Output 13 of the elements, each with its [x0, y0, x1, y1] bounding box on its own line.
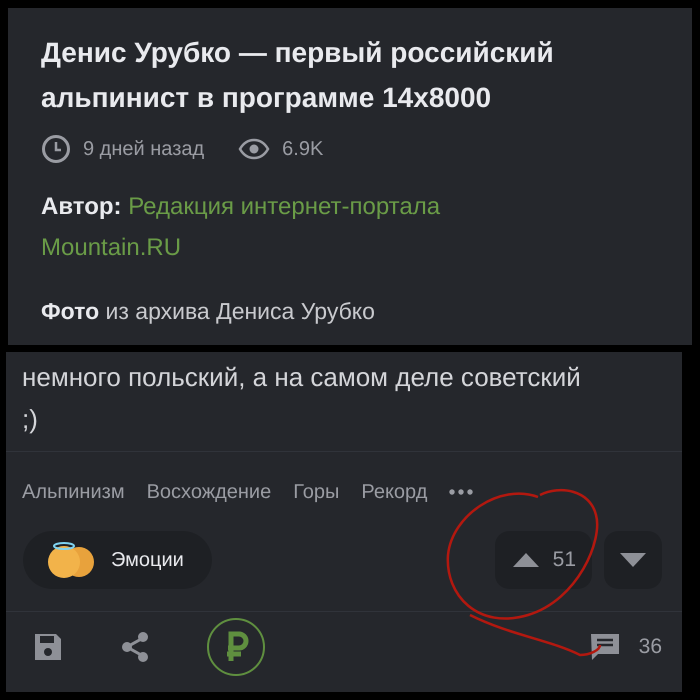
author-byline: Автор: Редакция интернет-портала Mountain.RU: [41, 192, 442, 263]
photo-credit: Фото из архива Дениса Урубко: [41, 298, 376, 325]
tag-link[interactable]: Рекорд: [361, 480, 428, 504]
tag-link[interactable]: Альпинизм: [22, 480, 125, 504]
comment-text: немного польский, а на самом деле советский ;): [21, 361, 582, 436]
upvote-button[interactable]: 51: [494, 531, 592, 589]
tag-link[interactable]: Горы: [293, 480, 340, 504]
post-date: 9 дней назад: [83, 138, 204, 160]
emotions-button[interactable]: Эмоции: [23, 531, 212, 589]
view-count: 6.9K: [282, 138, 324, 160]
tag-link[interactable]: Восхождение: [146, 480, 272, 504]
article-title: Денис Урубко — первый российский альпинист в программе 14x8000: [41, 36, 555, 115]
comment-count: 36: [638, 635, 662, 659]
